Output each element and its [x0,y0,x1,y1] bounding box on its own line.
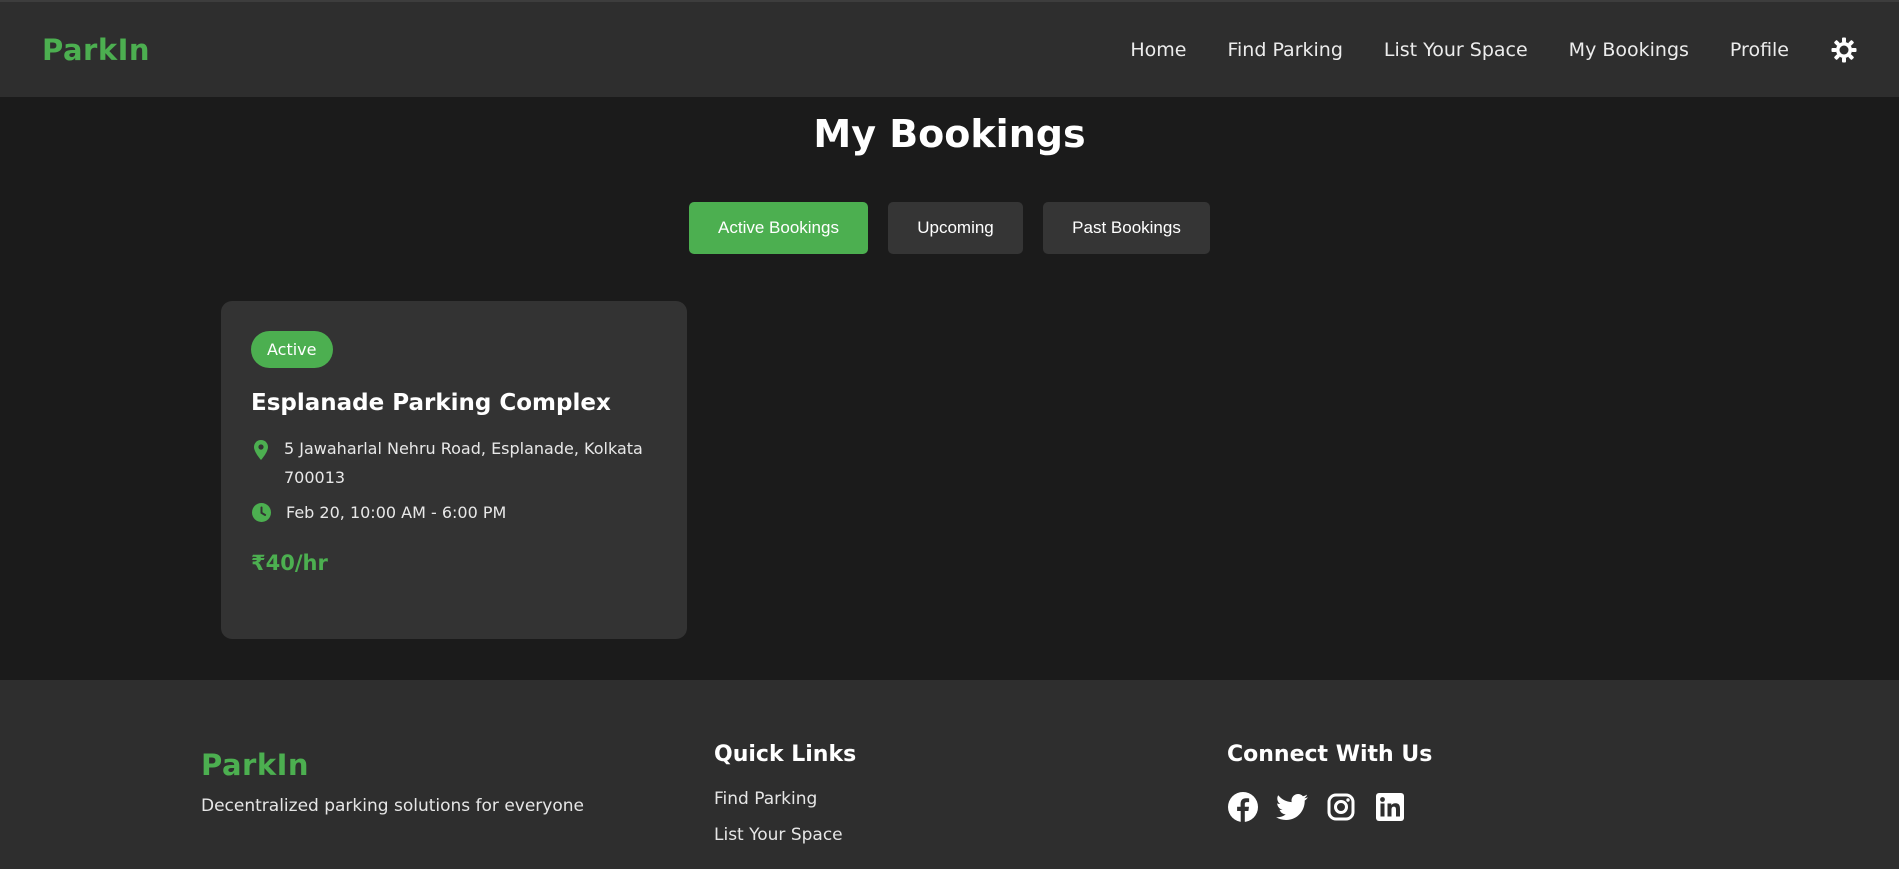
footer-quick-links: Quick Links Find Parking List Your Space [714,742,856,845]
clock-icon [251,503,271,522]
footer-connect: Connect With Us [1227,742,1432,823]
theme-toggle-gear-icon[interactable] [1829,35,1859,65]
footer-link-list-your-space[interactable]: List Your Space [714,825,856,845]
footer-tagline: Decentralized parking solutions for ever… [201,796,584,816]
navbar: ParkIn Home Find Parking List Your Space… [0,2,1899,97]
footer-logo: ParkIn [201,748,310,782]
booking-card[interactable]: Active Esplanade Parking Complex 5 Jawah… [221,301,687,639]
page-title: My Bookings [813,112,1086,156]
footer-brand-column: ParkIn Decentralized parking solutions f… [201,748,584,816]
tab-active-bookings[interactable]: Active Bookings [689,202,868,254]
tab-past-bookings[interactable]: Past Bookings [1043,202,1210,254]
booking-tabs: Active Bookings Upcoming Past Bookings [0,202,1899,254]
footer: ParkIn Decentralized parking solutions f… [0,680,1899,869]
nav-find-parking[interactable]: Find Parking [1227,39,1342,61]
connect-heading: Connect With Us [1227,742,1433,767]
nav-list-your-space[interactable]: List Your Space [1384,39,1528,61]
main-content: My Bookings Active Bookings Upcoming Pas… [0,97,1899,680]
main-nav: Home Find Parking List Your Space My Boo… [1089,35,1859,65]
instagram-icon[interactable] [1325,791,1357,823]
booking-location-name: Esplanade Parking Complex [251,390,611,416]
tab-upcoming[interactable]: Upcoming [888,202,1023,254]
status-badge: Active [251,331,333,368]
nav-profile[interactable]: Profile [1730,39,1789,61]
booking-price: ₹40/hr [251,551,328,575]
linkedin-icon[interactable] [1374,791,1406,823]
social-links [1227,791,1432,823]
booking-address: 5 Jawaharlal Nehru Road, Esplanade, Kolk… [284,439,643,487]
booking-address-row: 5 Jawaharlal Nehru Road, Esplanade, Kolk… [251,434,657,492]
quick-links-heading: Quick Links [714,742,857,767]
booking-time: Feb 20, 10:00 AM - 6:00 PM [286,503,507,522]
twitter-icon[interactable] [1276,791,1308,823]
nav-home[interactable]: Home [1130,39,1186,61]
brand-logo[interactable]: ParkIn [42,33,150,67]
footer-link-find-parking[interactable]: Find Parking [714,789,856,809]
nav-my-bookings[interactable]: My Bookings [1569,39,1689,61]
facebook-icon[interactable] [1227,791,1259,823]
map-pin-icon [251,440,271,460]
booking-time-row: Feb 20, 10:00 AM - 6:00 PM [251,498,657,527]
